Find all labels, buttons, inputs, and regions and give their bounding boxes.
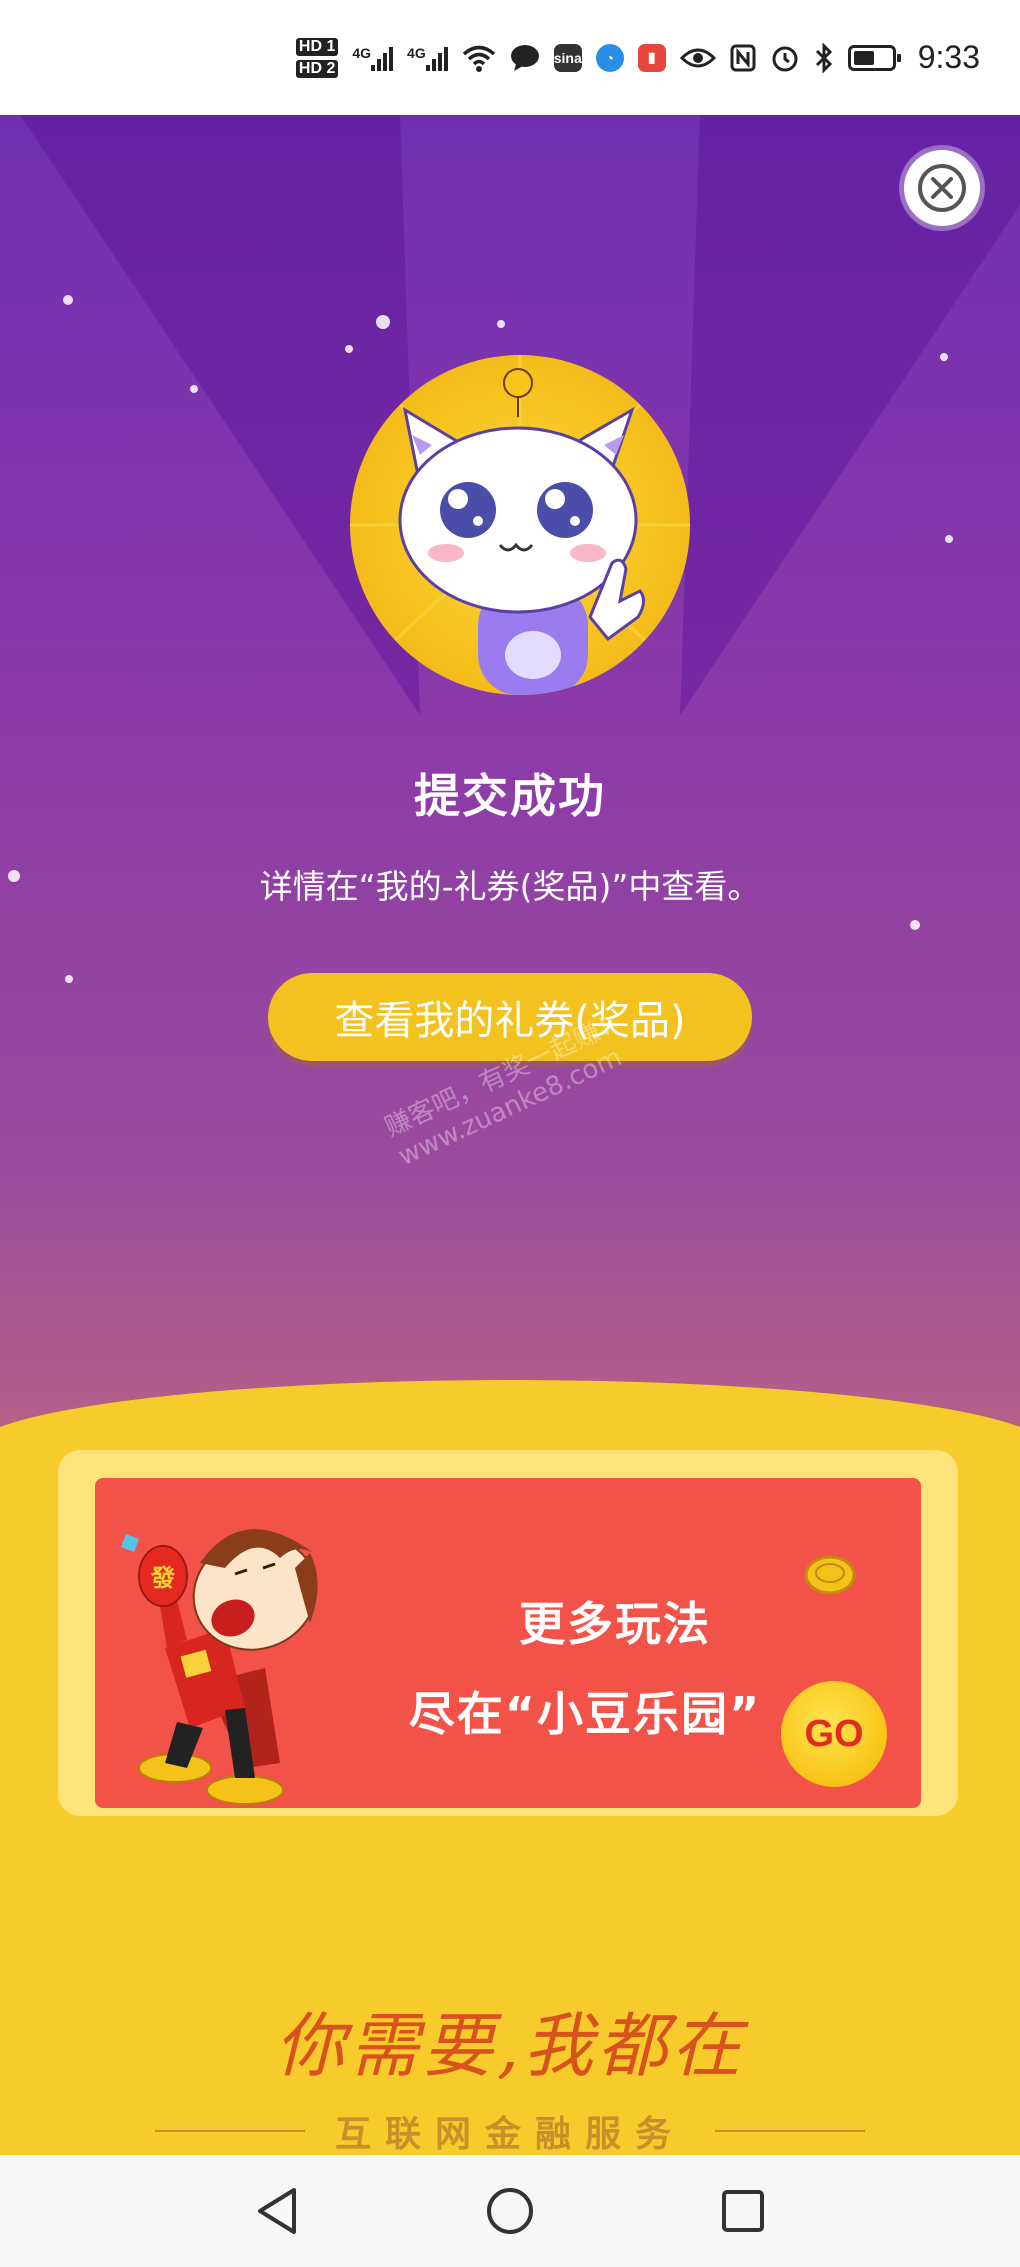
promo-subtitle: 尽在“小豆乐园” [408, 1687, 762, 1741]
network-type-1: 4G [352, 44, 372, 61]
home-button[interactable] [480, 2181, 540, 2241]
slogan: 你需要,我都在 [274, 2005, 746, 2087]
star-decoration [345, 345, 353, 353]
star-decoration [376, 315, 390, 329]
close-icon [918, 164, 966, 212]
coin-icon [804, 1555, 856, 1595]
weibo-icon: sina [553, 43, 582, 72]
close-button[interactable] [904, 150, 980, 226]
promo-banner[interactable]: 發 更多玩法 尽在“小豆乐园” GO [95, 1478, 921, 1808]
star-decoration [910, 920, 920, 930]
eye-icon [679, 48, 716, 67]
bluetooth-icon [815, 42, 832, 73]
sim-indicator: HD 1 HD 2 [295, 37, 339, 78]
cat-mascot-icon [350, 355, 690, 695]
sim2-label: HD 2 [295, 59, 339, 78]
signal-2: 4G [407, 45, 448, 71]
nfc-icon [730, 44, 756, 71]
signal-bars-icon [371, 45, 394, 71]
divider [155, 2130, 305, 2132]
recents-square-icon [722, 2190, 765, 2232]
service-tagline: 互联网金融服务 [155, 2105, 866, 2155]
success-message: 详情在“我的-礼券(奖品)”中查看。 [259, 867, 761, 906]
wifi-icon [462, 45, 495, 72]
home-circle-icon [486, 2188, 533, 2234]
red-envelope-badge: 發 [150, 1564, 175, 1592]
star-decoration [945, 535, 953, 543]
status-bar: HD 1 HD 2 4G 4G sina ◔ ▮ 9:33 [0, 0, 1020, 115]
clock: 9:33 [917, 39, 980, 75]
view-my-vouchers-button[interactable]: 查看我的礼券(奖品) [268, 973, 752, 1061]
divider [715, 2130, 866, 2132]
reader-icon: ▮ [637, 43, 666, 72]
star-decoration [940, 353, 948, 361]
system-nav-bar [0, 2155, 1020, 2267]
mascot-cat-illustration [350, 355, 690, 695]
star-decoration [65, 975, 73, 983]
page-title: 提交成功 [414, 769, 606, 823]
success-page: 提交成功 详情在“我的-礼券(奖品)”中查看。 查看我的礼券(奖品) 赚客吧，有… [0, 115, 1020, 2155]
back-triangle-icon [257, 2188, 296, 2234]
signal-bars-icon [425, 45, 448, 71]
mascot-boy-illustration: 發 [121, 1529, 320, 1805]
battery-icon [847, 44, 901, 71]
message-bubble-icon [510, 44, 539, 71]
alarm-icon [772, 46, 798, 71]
network-type-2: 4G [407, 44, 426, 61]
promo-title: 更多玩法 [519, 1597, 711, 1651]
star-decoration [63, 295, 73, 305]
service-label: 互联网金融服务 [335, 2114, 686, 2155]
signal-1: 4G [352, 44, 394, 71]
star-decoration [190, 385, 198, 393]
star-decoration [497, 320, 505, 328]
recents-button[interactable] [713, 2181, 773, 2241]
go-button[interactable]: GO [781, 1681, 887, 1787]
app-notification-icon: ◔ [595, 43, 624, 72]
sim1-label: HD 1 [295, 37, 339, 56]
back-button[interactable] [247, 2181, 307, 2241]
